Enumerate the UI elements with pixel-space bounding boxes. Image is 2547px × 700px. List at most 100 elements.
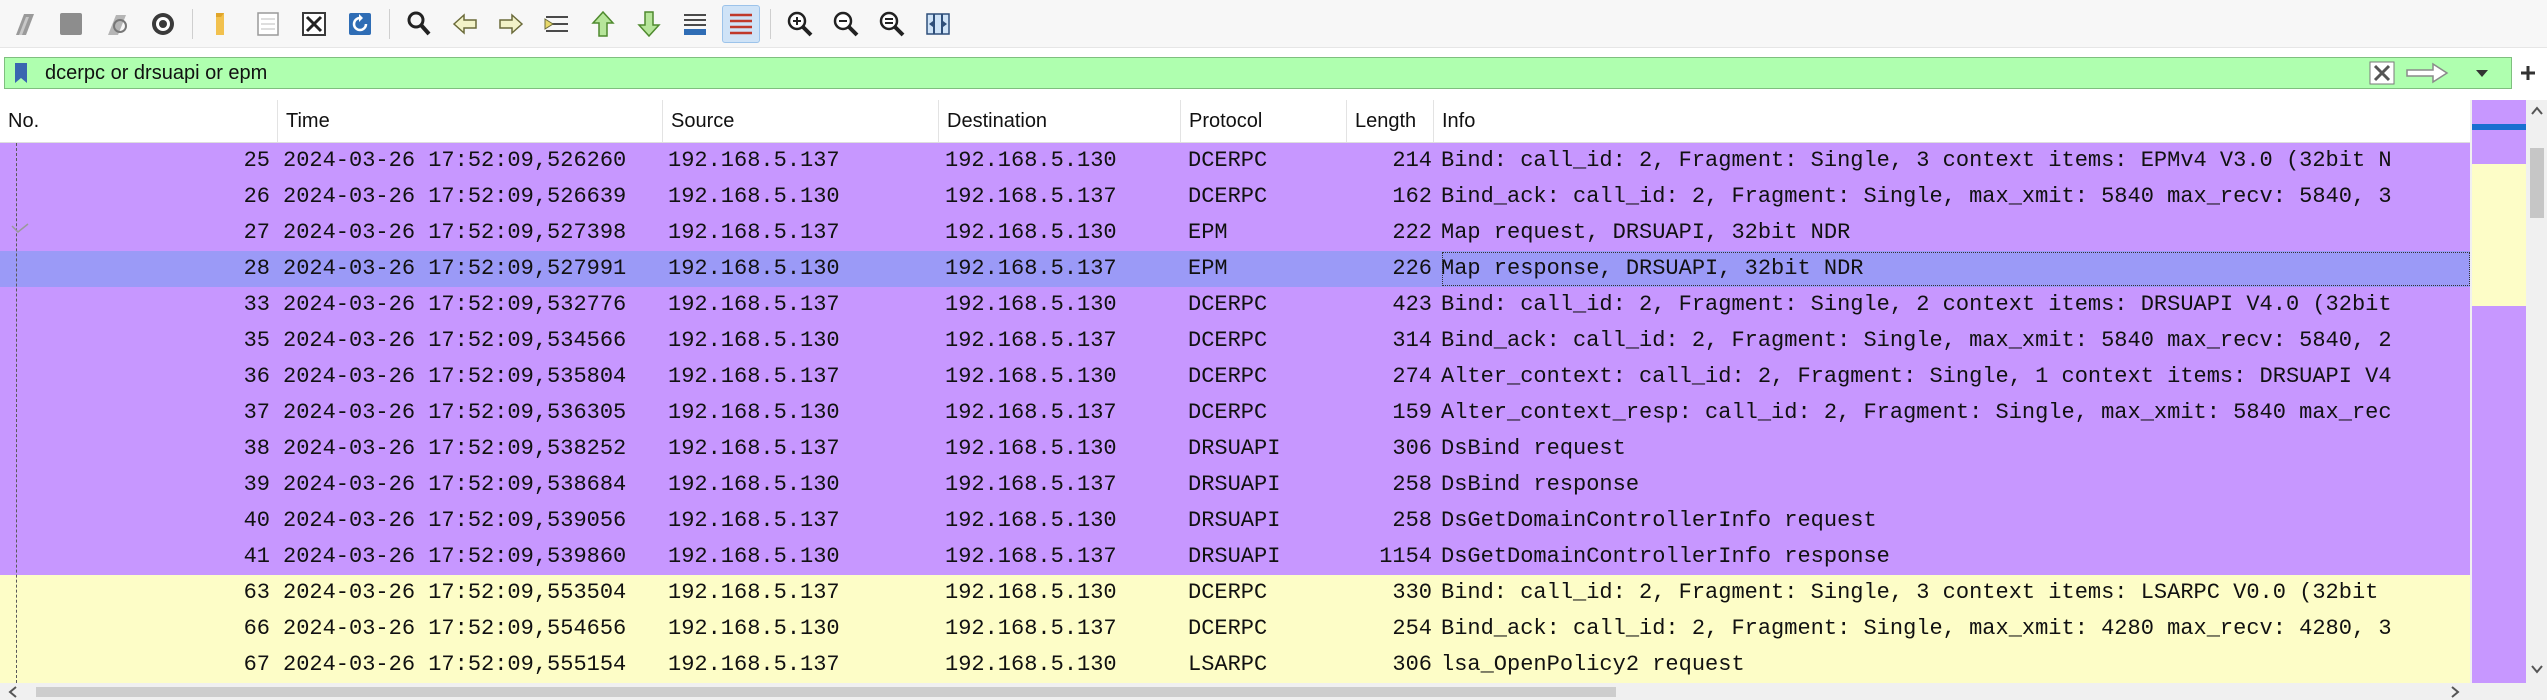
packet-row[interactable]: 38 2024-03-26 17:52:09,538252 192.168.5.13… — [0, 431, 2470, 467]
packet-destination: 192.168.5.130 — [945, 292, 1117, 317]
packet-time: 2024-03-26 17:52:09,532776 — [283, 292, 627, 317]
packet-number: 41 — [243, 544, 270, 569]
go-forward-icon — [499, 12, 524, 35]
scroll-left-arrow-icon[interactable] — [6, 685, 20, 699]
clear-filter-button[interactable] — [2369, 61, 2395, 85]
filter-history-dropdown[interactable] — [2470, 61, 2494, 85]
packet-source: 192.168.5.137 — [668, 148, 840, 173]
packet-number: 35 — [243, 328, 270, 353]
packet-row[interactable]: 67 2024-03-26 17:52:09,555154 192.168.5.13… — [0, 647, 2470, 683]
packet-destination: 192.168.5.130 — [945, 508, 1117, 533]
packet-number: 38 — [243, 436, 270, 461]
packet-protocol: DCERPC — [1188, 328, 1268, 353]
packet-length: 226 — [1392, 256, 1432, 281]
packet-info: Alter_context_resp: call_id: 2, Fragment… — [1441, 400, 2392, 425]
packet-destination: 192.168.5.130 — [945, 364, 1117, 389]
minimap-selected-marker — [2472, 124, 2526, 130]
start-capture-button[interactable] — [6, 5, 44, 43]
column-header-source[interactable]: Source — [663, 100, 939, 142]
packet-length: 306 — [1392, 436, 1432, 461]
go-back-button[interactable] — [446, 5, 484, 43]
packet-row[interactable]: 27 2024-03-26 17:52:09,527398 192.168.5.13… — [0, 215, 2470, 251]
horizontal-scroll-thumb[interactable] — [36, 687, 1616, 697]
horizontal-scrollbar[interactable] — [0, 683, 2547, 700]
packet-source: 192.168.5.130 — [668, 328, 840, 353]
find-packet-button[interactable] — [400, 5, 438, 43]
packet-row[interactable]: 39 2024-03-26 17:52:09,538684 192.168.5.13… — [0, 467, 2470, 503]
packet-row[interactable]: 26 2024-03-26 17:52:09,526639 192.168.5.13… — [0, 179, 2470, 215]
packet-time: 2024-03-26 17:52:09,539860 — [283, 544, 627, 569]
packet-row[interactable]: 37 2024-03-26 17:52:09,536305 192.168.5.13… — [0, 395, 2470, 431]
capture-options-button[interactable] — [144, 5, 182, 43]
toolbar-separator — [389, 8, 390, 39]
packet-row[interactable]: 41 2024-03-26 17:52:09,539860 192.168.5.13… — [0, 539, 2470, 575]
packet-row[interactable]: 35 2024-03-26 17:52:09,534566 192.168.5.13… — [0, 323, 2470, 359]
close-file-button[interactable] — [295, 5, 333, 43]
stop-capture-button[interactable] — [52, 5, 90, 43]
packet-info: DsGetDomainControllerInfo response — [1441, 544, 1890, 569]
save-file-button[interactable] — [249, 5, 287, 43]
packet-destination: 192.168.5.137 — [945, 616, 1117, 641]
display-filter-bar — [0, 54, 2547, 92]
column-header-no[interactable]: No. — [0, 100, 278, 142]
apply-filter-button[interactable] — [2403, 61, 2451, 85]
scroll-right-arrow-icon[interactable] — [2448, 685, 2462, 699]
packet-protocol: DCERPC — [1188, 184, 1268, 209]
packet-number: 40 — [243, 508, 270, 533]
packet-destination: 192.168.5.137 — [945, 184, 1117, 209]
packet-info: DsBind request — [1441, 436, 1626, 461]
zoom-in-button[interactable] — [781, 5, 819, 43]
main-toolbar — [0, 0, 2547, 48]
go-to-packet-button[interactable] — [538, 5, 576, 43]
packet-time: 2024-03-26 17:52:09,538684 — [283, 472, 627, 497]
colorize-button[interactable] — [722, 4, 760, 43]
column-header-destination[interactable]: Destination — [939, 100, 1181, 142]
packet-source: 192.168.5.137 — [668, 220, 840, 245]
colorize-icon — [730, 13, 752, 34]
vertical-scroll-thumb[interactable] — [2530, 148, 2544, 218]
column-header-length[interactable]: Length — [1347, 100, 1434, 142]
packet-row[interactable]: 66 2024-03-26 17:52:09,554656 192.168.5.13… — [0, 611, 2470, 647]
go-to-first-button[interactable] — [584, 5, 622, 43]
column-header-time[interactable]: Time — [278, 100, 663, 142]
resize-columns-button[interactable] — [919, 5, 957, 43]
packet-source: 192.168.5.130 — [668, 400, 840, 425]
add-filter-button[interactable] — [2516, 58, 2540, 88]
find-packet-icon — [407, 11, 431, 35]
packet-minimap — [2472, 100, 2526, 683]
packet-destination: 192.168.5.137 — [945, 256, 1117, 281]
open-file-button[interactable] — [203, 5, 241, 43]
packet-list: No. Time Source Destination Protocol Len… — [0, 100, 2547, 700]
restart-capture-button[interactable] — [98, 5, 136, 43]
packet-source: 192.168.5.137 — [668, 508, 840, 533]
column-header-info[interactable]: Info — [1434, 100, 2470, 142]
packet-info: Bind: call_id: 2, Fragment: Single, 3 co… — [1441, 148, 2392, 173]
packet-row-selected[interactable]: 28 2024-03-26 17:52:09,527991 192.168.5.13… — [0, 251, 2470, 287]
packet-info: DsGetDomainControllerInfo request — [1441, 508, 1877, 533]
scroll-up-arrow-icon[interactable] — [2530, 104, 2544, 118]
packet-source: 192.168.5.137 — [668, 436, 840, 461]
display-filter-input[interactable] — [45, 60, 2345, 86]
auto-scroll-button[interactable] — [676, 5, 714, 43]
zoom-out-icon — [833, 11, 859, 36]
toolbar-separator — [192, 8, 193, 39]
go-forward-button[interactable] — [492, 5, 530, 43]
go-back-icon — [452, 12, 477, 35]
packet-row[interactable]: 25 2024-03-26 17:52:09,526260 192.168.5.13… — [0, 143, 2470, 179]
packet-row[interactable]: 33 2024-03-26 17:52:09,532776 192.168.5.13… — [0, 287, 2470, 323]
normal-size-button[interactable] — [873, 5, 911, 43]
go-to-last-button[interactable] — [630, 5, 668, 43]
packet-source: 192.168.5.137 — [668, 364, 840, 389]
packet-row[interactable]: 36 2024-03-26 17:52:09,535804 192.168.5.13… — [0, 359, 2470, 395]
packet-protocol: LSARPC — [1188, 652, 1268, 677]
packet-row[interactable]: 63 2024-03-26 17:52:09,553504 192.168.5.13… — [0, 575, 2470, 611]
toolbar-separator — [770, 8, 771, 39]
packet-number: 66 — [243, 616, 270, 641]
packet-protocol: DCERPC — [1188, 148, 1268, 173]
packet-row[interactable]: 40 2024-03-26 17:52:09,539056 192.168.5.13… — [0, 503, 2470, 539]
scroll-down-arrow-icon[interactable] — [2530, 662, 2544, 676]
filter-bookmark-button[interactable] — [9, 61, 33, 85]
column-header-protocol[interactable]: Protocol — [1181, 100, 1347, 142]
zoom-out-button[interactable] — [827, 5, 865, 43]
reload-file-button[interactable] — [341, 5, 379, 43]
